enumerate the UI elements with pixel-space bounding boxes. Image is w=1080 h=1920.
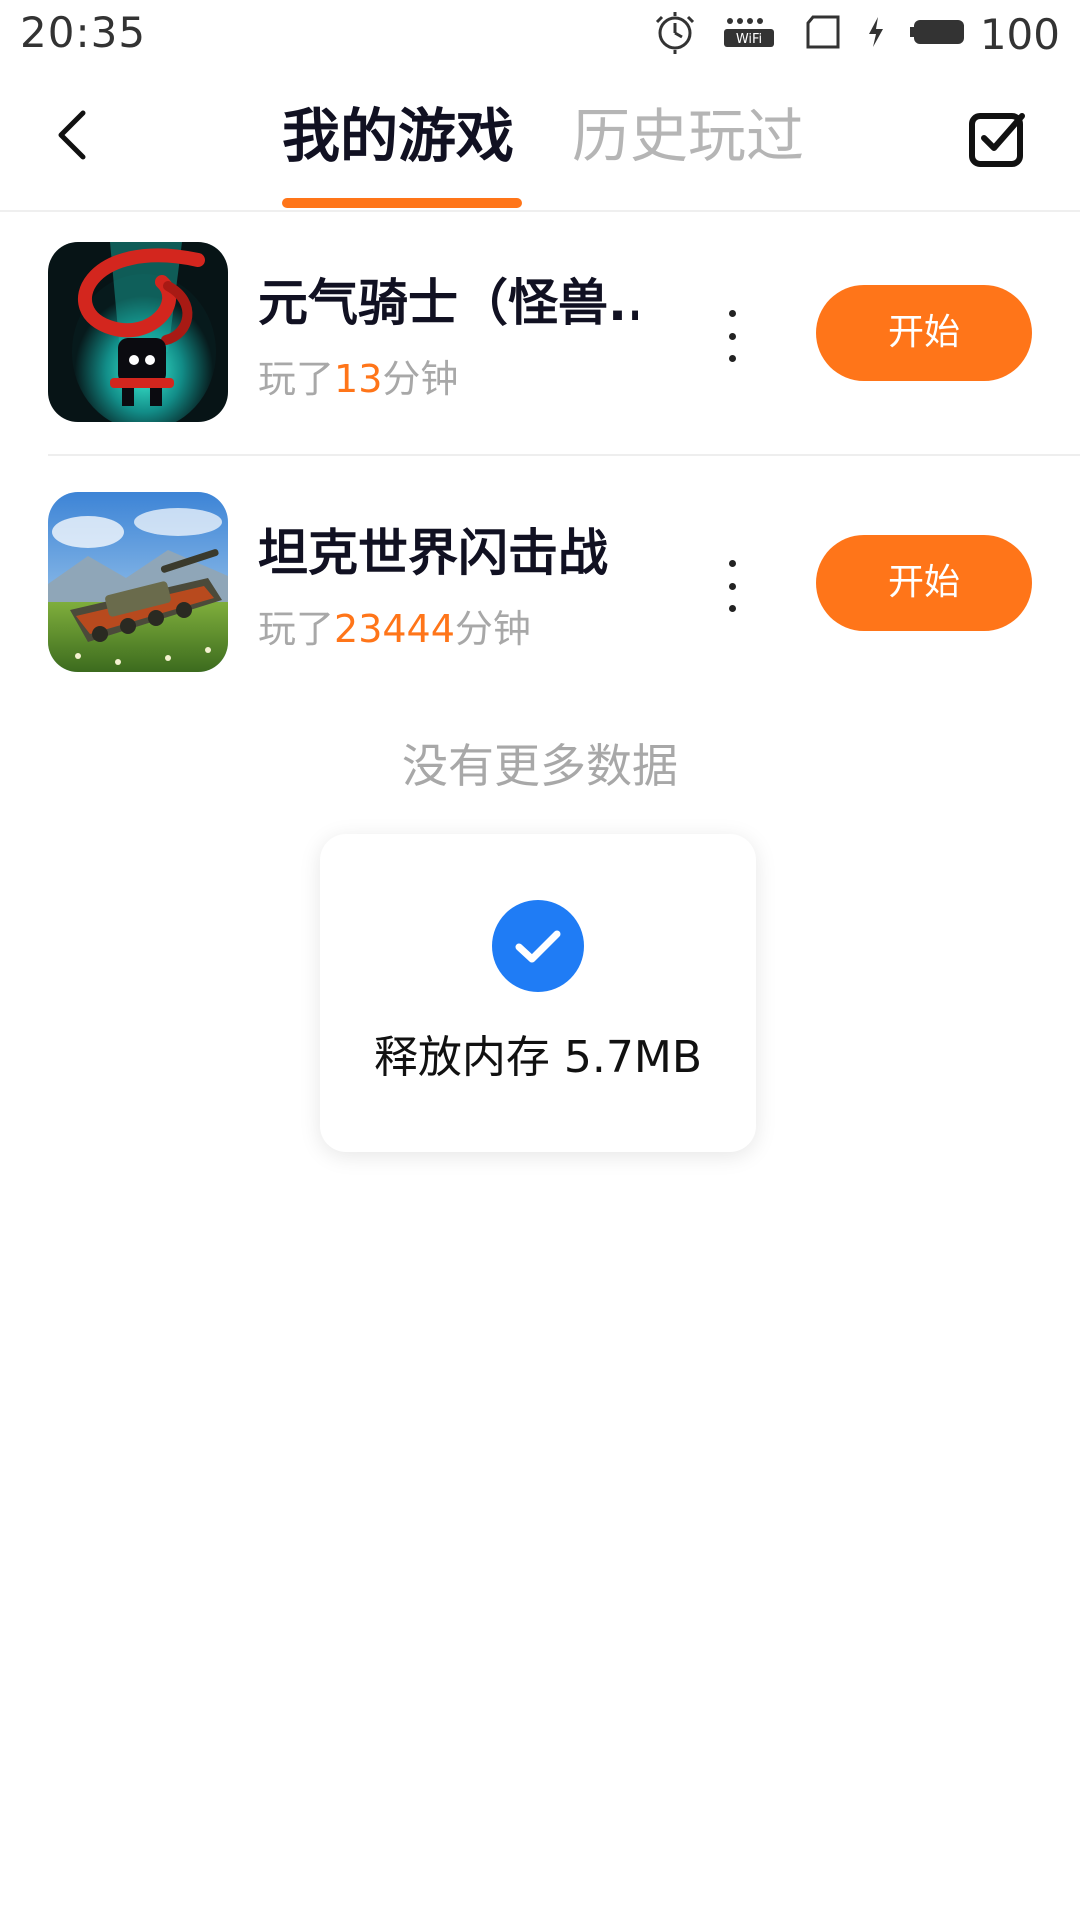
battery-icon bbox=[909, 17, 966, 51]
start-button[interactable]: 开始 bbox=[816, 535, 1032, 631]
check-circle-icon bbox=[492, 900, 584, 992]
batch-select-button[interactable] bbox=[964, 104, 1032, 172]
toast-message: 释放内存 5.7MB bbox=[373, 1032, 703, 1083]
more-dots-icon bbox=[728, 310, 736, 317]
more-dots-icon bbox=[728, 560, 736, 567]
status-icons: WiFi 100 bbox=[628, 6, 1060, 62]
play-time: 玩了23444分钟 bbox=[258, 605, 531, 653]
more-options-button[interactable] bbox=[712, 556, 752, 616]
chevron-left-icon bbox=[58, 110, 86, 160]
more-options-button[interactable] bbox=[712, 306, 752, 366]
tab-my-games[interactable]: 我的游戏 bbox=[282, 100, 514, 172]
divider bbox=[48, 454, 1080, 456]
play-time-suffix: 分钟 bbox=[454, 607, 531, 651]
tab-active-indicator bbox=[282, 198, 522, 208]
game-name: 坦克世界闪击战 bbox=[258, 524, 608, 582]
play-minutes: 23444 bbox=[334, 607, 455, 651]
svg-text:WiFi: WiFi bbox=[736, 32, 762, 47]
play-time-prefix: 玩了 bbox=[258, 607, 335, 651]
status-bar: 20:35 WiFi 100 bbox=[0, 0, 1080, 66]
back-button[interactable] bbox=[40, 102, 106, 168]
header: 我的游戏 历史玩过 bbox=[0, 66, 1080, 212]
game-list-item[interactable]: 元气骑士（怪兽.. 玩了13分钟 开始 bbox=[0, 212, 1080, 460]
memory-released-toast: 释放内存 5.7MB bbox=[320, 834, 756, 1152]
alarm-icon bbox=[652, 9, 698, 59]
start-button[interactable]: 开始 bbox=[816, 285, 1032, 381]
world-of-tanks-blitz-app-icon bbox=[48, 492, 228, 672]
soul-knight-app-icon bbox=[48, 242, 228, 422]
no-more-data-text: 没有更多数据 bbox=[402, 739, 678, 793]
tab-history-played[interactable]: 历史玩过 bbox=[572, 100, 804, 172]
battery-level: 100 bbox=[979, 9, 1060, 59]
play-time-prefix: 玩了 bbox=[258, 357, 335, 401]
game-list-item[interactable]: 坦克世界闪击战 玩了23444分钟 开始 bbox=[0, 462, 1080, 710]
sim-icon bbox=[804, 15, 842, 53]
wifi-icon: WiFi bbox=[722, 15, 780, 53]
status-time: 20:35 bbox=[20, 8, 147, 57]
play-minutes: 13 bbox=[334, 357, 383, 401]
checkbox-checked-icon bbox=[969, 113, 1025, 167]
play-time: 玩了13分钟 bbox=[258, 355, 458, 403]
charging-icon bbox=[866, 15, 886, 53]
game-name: 元气骑士（怪兽.. bbox=[258, 274, 638, 332]
play-time-suffix: 分钟 bbox=[382, 357, 459, 401]
